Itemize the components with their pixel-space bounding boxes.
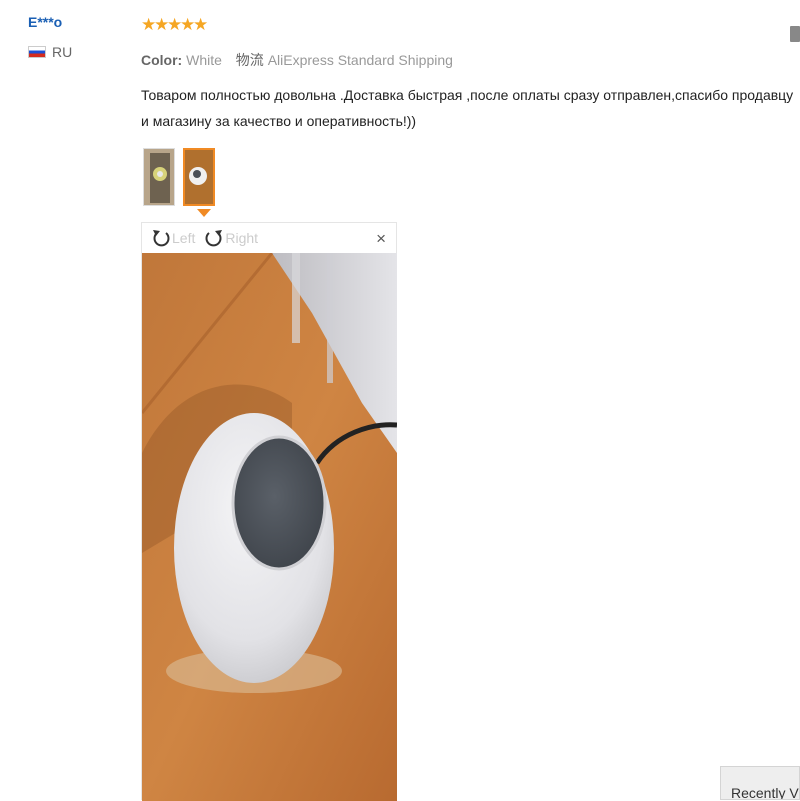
star-icon: ★ [167, 15, 183, 34]
shipping-label: 物流 [235, 52, 264, 68]
review-content: ★ ★ ★ ★ ★ Color: White 物流 AliExpress Sta… [141, 14, 796, 134]
image-viewer: Left Right × [141, 222, 397, 801]
rotate-right-icon [205, 230, 223, 247]
review-thumbnail[interactable] [143, 148, 175, 206]
shipping-value: AliExpress Standard Shipping [267, 52, 453, 68]
star-icon: ★ [154, 15, 170, 34]
flag-ru-icon [28, 46, 46, 58]
review-photo-image [142, 253, 397, 801]
thumbnail-image [144, 149, 174, 205]
star-icon: ★ [141, 15, 157, 34]
star-icon: ★ [193, 15, 209, 34]
review-thumbnails [143, 148, 215, 206]
viewer-toolbar: Left Right × [142, 223, 396, 253]
color-label: Color: [141, 52, 183, 68]
color-value: White [186, 52, 222, 68]
scroll-tab[interactable] [790, 26, 800, 42]
rotate-left-button[interactable]: Left [150, 227, 195, 249]
rotate-left-label: Left [172, 230, 196, 246]
review-photo [142, 253, 397, 801]
order-info: Color: White 物流 AliExpress Standard Ship… [141, 50, 796, 70]
rotate-right-label: Right [225, 230, 259, 246]
rotate-left-icon [153, 230, 170, 247]
thumbnail-image [185, 150, 213, 204]
review-thumbnail-selected[interactable] [183, 148, 215, 206]
country-code: RU [52, 44, 73, 60]
close-viewer-button[interactable]: × [376, 229, 386, 249]
star-icon: ★ [180, 15, 196, 34]
recently-viewed-tab[interactable]: Recently Vie [720, 766, 800, 800]
review-text: Товаром полностью довольна .Доставка быс… [141, 87, 794, 129]
selected-thumbnail-pointer [197, 209, 211, 217]
reviewer-country: RU [28, 44, 128, 60]
rotate-right-button[interactable]: Right [203, 227, 258, 249]
reviewer-info: E***o RU [28, 14, 128, 60]
star-rating: ★ ★ ★ ★ ★ [141, 14, 796, 36]
reviewer-name[interactable]: E***o [28, 14, 128, 30]
